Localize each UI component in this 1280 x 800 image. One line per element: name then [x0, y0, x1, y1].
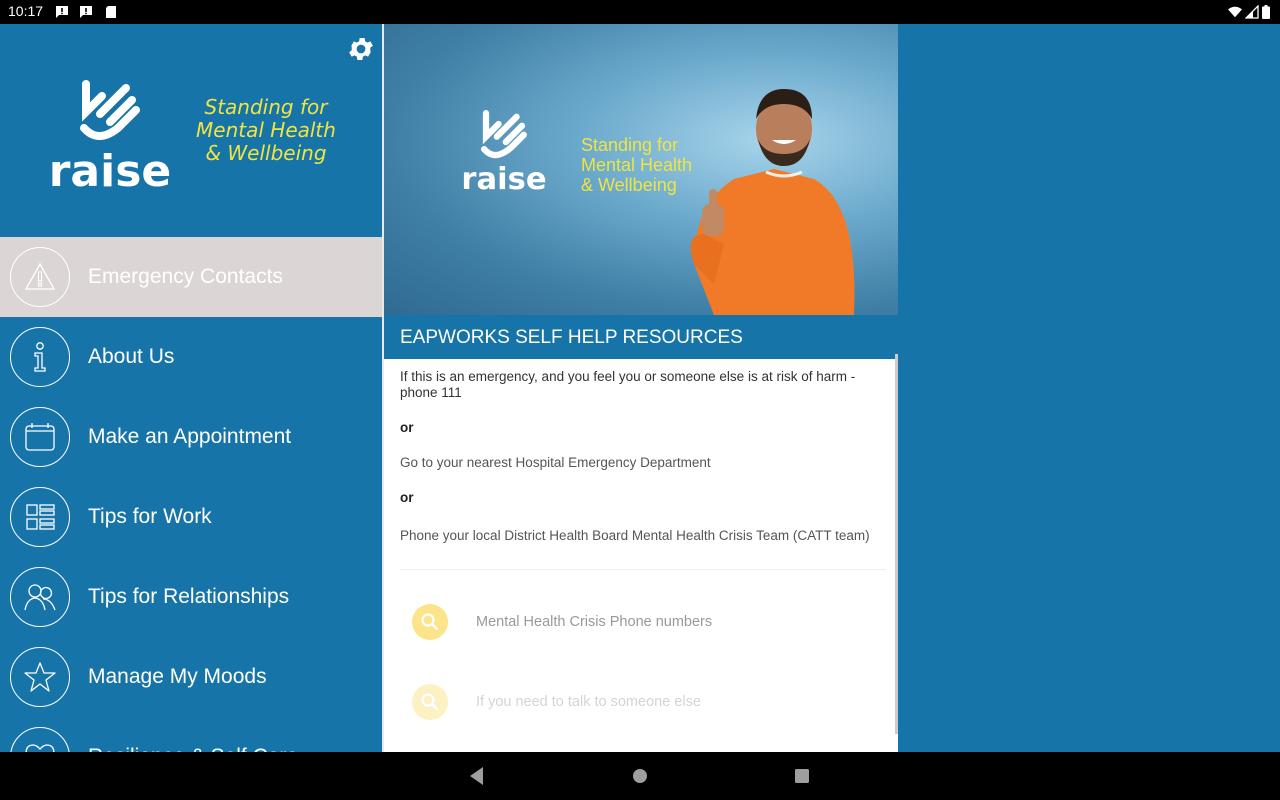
- link-crisis-phone-numbers[interactable]: Mental Health Crisis Phone numbers: [400, 592, 880, 652]
- main-content: raise Standing for Mental Health & Wellb…: [384, 24, 898, 752]
- section-title: EAPWORKS SELF HELP RESOURCES: [384, 315, 898, 359]
- instruction-text: If this is an emergency, and you feel yo…: [400, 369, 856, 400]
- tagline-line: Mental Health: [196, 118, 336, 142]
- status-bar: 10:17: [0, 0, 1280, 24]
- navigation-drawer: raise Standing for Mental Health & Wellb…: [0, 24, 384, 752]
- gear-icon[interactable]: [346, 34, 376, 64]
- heart-icon: [10, 727, 70, 752]
- people-icon: [10, 567, 70, 627]
- menu-item-emergency-contacts[interactable]: Emergency Contacts: [0, 237, 382, 317]
- link-label: Mental Health Crisis Phone numbers: [476, 614, 713, 630]
- battery-icon: [1262, 5, 1270, 19]
- logo-text: raise: [49, 146, 172, 191]
- star-icon: [10, 647, 70, 707]
- scrim-background[interactable]: [898, 24, 1280, 752]
- divider: [400, 569, 886, 570]
- menu-item-about-us[interactable]: About Us: [0, 317, 382, 397]
- menu-item-manage-moods[interactable]: Manage My Moods: [0, 637, 382, 717]
- menu-item-tips-for-relationships[interactable]: Tips for Relationships: [0, 557, 382, 637]
- link-talk-to-someone[interactable]: If you need to talk to someone else: [400, 672, 880, 732]
- emergency-instructions: If this is an emergency, and you feel yo…: [400, 369, 884, 563]
- raise-logo-icon: raise: [461, 110, 547, 196]
- search-icon: [412, 684, 448, 720]
- notification-alert-icon: [56, 6, 68, 18]
- or-separator: or: [400, 490, 414, 505]
- instruction-text: Go to your nearest Hospital Emergency De…: [400, 455, 711, 470]
- wifi-icon: [1228, 6, 1242, 18]
- tagline-line: & Wellbeing: [205, 141, 327, 165]
- link-label: If you need to talk to someone else: [476, 694, 701, 710]
- menu-item-label: Tips for Work: [88, 505, 212, 528]
- back-icon[interactable]: [469, 766, 485, 786]
- menu-item-label: Resilience & Self Care: [88, 745, 298, 752]
- search-icon: [412, 604, 448, 640]
- menu-item-label: Manage My Moods: [88, 665, 267, 688]
- menu-item-label: About Us: [88, 345, 175, 368]
- menu-item-make-appointment[interactable]: Make an Appointment: [0, 397, 382, 477]
- system-navigation-bar: [0, 752, 1280, 800]
- menu-item-tips-for-work[interactable]: Tips for Work: [0, 477, 382, 557]
- instruction-text: Phone your local District Health Board M…: [400, 528, 870, 543]
- tagline-line: Standing for: [204, 95, 328, 119]
- sd-card-icon: [106, 6, 116, 18]
- menu-item-label: Tips for Relationships: [88, 585, 290, 608]
- content-scrollbar[interactable]: [895, 354, 898, 734]
- menu-item-label: Emergency Contacts: [88, 265, 283, 288]
- info-icon: [10, 327, 70, 387]
- signal-icon: [1245, 5, 1259, 19]
- person-photo: [690, 89, 855, 315]
- drawer-menu: Emergency Contacts About Us Make an Appo…: [0, 237, 382, 752]
- notification-alert-icon: [80, 6, 92, 18]
- recents-icon[interactable]: [794, 766, 810, 786]
- raise-logo-icon: raise: [49, 80, 172, 191]
- menu-item-resilience-self-care[interactable]: Resilience & Self Care: [0, 717, 382, 752]
- banner-logo-text: raise: [461, 162, 546, 196]
- app-window: raise Standing for Mental Health & Wellb…: [0, 24, 1280, 752]
- drawer-header: raise Standing for Mental Health & Wellb…: [0, 24, 382, 237]
- home-icon[interactable]: [632, 766, 648, 786]
- warning-icon: [10, 247, 70, 307]
- list-grid-icon: [10, 487, 70, 547]
- calendar-icon: [10, 407, 70, 467]
- status-time: 10:17: [8, 3, 44, 19]
- drawer-tagline: Standing for Mental Health & Wellbeing: [196, 96, 336, 165]
- or-separator: or: [400, 420, 414, 435]
- hero-banner: raise Standing for Mental Health & Wellb…: [384, 24, 898, 315]
- menu-item-label: Make an Appointment: [88, 425, 292, 448]
